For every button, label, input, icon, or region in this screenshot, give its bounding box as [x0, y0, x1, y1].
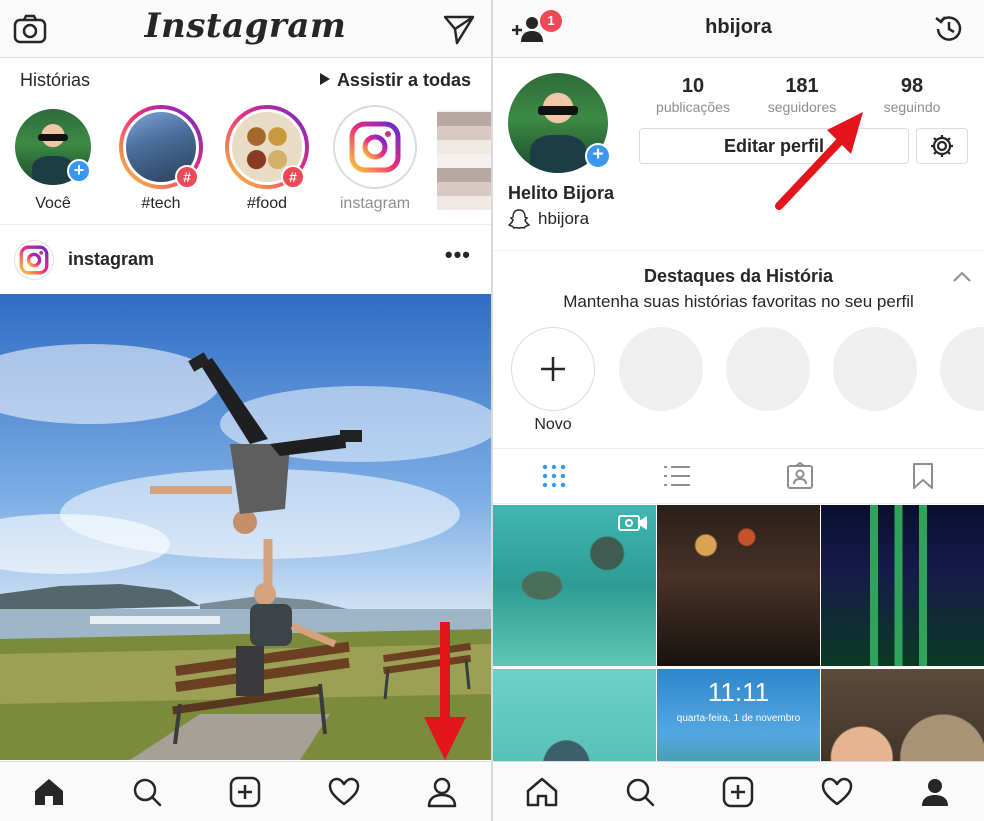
heart-icon[interactable]: [324, 772, 364, 812]
profile-username-title: hbijora: [705, 16, 772, 38]
story-label: #food: [246, 195, 288, 212]
story-instagram[interactable]: instagram: [330, 105, 420, 213]
history-icon[interactable]: [932, 12, 966, 46]
snapchat-username: hbijora: [538, 209, 590, 228]
stat-posts-count: 10: [681, 75, 705, 97]
settings-button[interactable]: [916, 128, 968, 164]
bottom-navigation: [0, 761, 491, 821]
highlights-title: Destaques da História: [643, 266, 834, 286]
add-icon[interactable]: [718, 772, 758, 812]
lockscreen-clock: 11:11: [707, 677, 770, 707]
list-view-icon[interactable]: [657, 456, 697, 496]
hashtag-icon: #: [281, 165, 305, 189]
search-icon[interactable]: [620, 772, 660, 812]
instagram-glyph-icon: [19, 245, 49, 275]
heart-icon[interactable]: [817, 772, 857, 812]
profile-screen: 1 hbijora + 10 publicações 181 seguidore…: [493, 0, 984, 821]
plus-icon: [541, 357, 565, 381]
story-ring: #: [225, 105, 309, 189]
hashtag-icon: #: [175, 165, 199, 189]
feed-top-bar: Instagram: [0, 0, 491, 58]
new-highlight-button[interactable]: [511, 327, 595, 411]
highlight-placeholder: [940, 327, 984, 411]
story-label: #tech: [141, 195, 181, 212]
red-arrow-down-annotation: [424, 622, 466, 760]
post-image[interactable]: [0, 294, 491, 760]
highlights-subtitle: Mantenha suas histórias favoritas no seu…: [563, 292, 914, 311]
post-header: instagram •••: [0, 228, 491, 294]
profile-tabs: [493, 448, 984, 504]
home-icon[interactable]: [522, 772, 562, 812]
stat-followers-count: 181: [785, 75, 819, 97]
profile-top-bar: 1 hbijora: [493, 0, 984, 58]
post-username[interactable]: instagram: [68, 249, 154, 270]
instagram-glyph-icon: [349, 121, 401, 173]
snapchat-ghost-icon: [508, 209, 530, 230]
video-camera-icon: [618, 515, 647, 531]
search-icon[interactable]: [127, 772, 167, 812]
story-food[interactable]: # #food: [222, 105, 312, 213]
add-story-icon[interactable]: +: [67, 159, 91, 183]
red-arrow-up-annotation: [775, 112, 863, 210]
highlight-placeholder: [726, 327, 810, 411]
pixelated-story[interactable]: [437, 110, 491, 210]
stat-posts[interactable]: 10 publicações: [638, 75, 748, 115]
feed-screen: Instagram Histórias Assistir a todas + V…: [0, 0, 491, 821]
highlight-placeholder: [833, 327, 917, 411]
add-icon[interactable]: [225, 772, 265, 812]
instagram-story-thumb: [335, 107, 415, 187]
tagged-photos-icon[interactable]: [780, 456, 820, 496]
grid-photo[interactable]: [657, 505, 820, 666]
story-ring: [333, 105, 417, 189]
lockscreen-date: quarta-feira, 1 de novembro: [676, 713, 801, 724]
story-you[interactable]: + Você: [8, 105, 98, 213]
story-label: instagram: [339, 195, 411, 212]
more-options-icon[interactable]: •••: [445, 242, 471, 268]
stat-posts-label: publicações: [656, 99, 730, 115]
grid-view-icon[interactable]: [534, 456, 574, 496]
gear-icon: [931, 135, 953, 157]
snapchat-handle[interactable]: hbijora: [508, 208, 589, 230]
grid-photo[interactable]: [821, 505, 984, 666]
bookmark-icon[interactable]: [903, 456, 943, 496]
stories-heading: Histórias: [20, 70, 91, 90]
add-story-icon[interactable]: +: [585, 143, 611, 169]
acrobatics-photo: [0, 294, 491, 760]
post-author-avatar[interactable]: [14, 240, 54, 280]
instagram-logo: Instagram: [144, 6, 347, 46]
play-icon: [319, 73, 330, 85]
profile-icon[interactable]: [422, 772, 462, 812]
watch-all-label: Assistir a todas: [336, 70, 471, 90]
watch-all-button[interactable]: Assistir a todas: [319, 70, 471, 91]
profile-full-name: Helito Bijora: [508, 183, 615, 203]
new-highlight-label: Novo: [534, 416, 572, 433]
paper-plane-icon[interactable]: [441, 12, 477, 46]
profile-icon[interactable]: [915, 772, 955, 812]
story-ring: #: [119, 105, 203, 189]
stat-following-label: seguindo: [883, 99, 941, 115]
home-icon[interactable]: [29, 772, 69, 812]
story-avatar-ring: +: [15, 109, 91, 185]
grid-photo[interactable]: [493, 505, 656, 666]
stat-following[interactable]: 98 seguindo: [857, 75, 967, 115]
divider: [493, 250, 984, 251]
stat-following-count: 98: [900, 75, 924, 97]
divider: [0, 224, 491, 225]
bottom-navigation: [493, 761, 984, 821]
highlight-placeholder: [619, 327, 703, 411]
chevron-up-icon[interactable]: [952, 270, 972, 288]
story-label: Você: [35, 195, 71, 212]
story-tech[interactable]: # #tech: [116, 105, 206, 213]
